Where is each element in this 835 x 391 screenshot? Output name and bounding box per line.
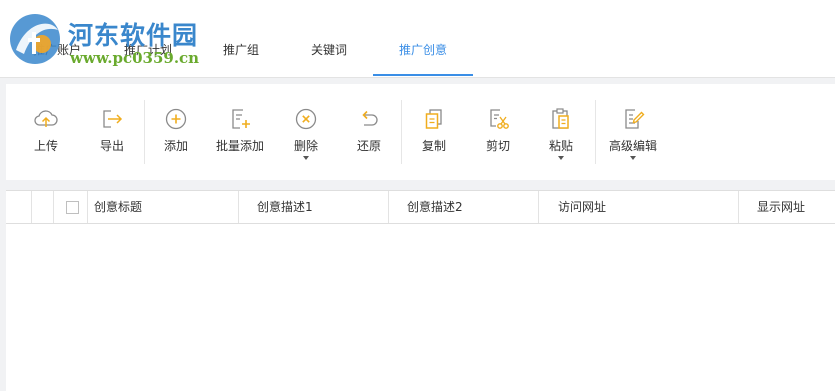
cut-button[interactable]: 剪切 <box>478 84 518 180</box>
add-label: 添加 <box>163 139 188 153</box>
toolbar-divider <box>595 100 596 164</box>
creative-table: 创意标题 创意描述1 创意描述2 访问网址 显示网址 <box>6 190 835 391</box>
edit-icon <box>625 109 645 129</box>
delete-dropdown-caret-icon[interactable] <box>303 156 309 160</box>
export-label: 导出 <box>99 139 124 153</box>
column-header-desc2-label: 创意描述2 <box>407 200 463 214</box>
column-header-visit-url[interactable]: 访问网址 <box>539 191 739 223</box>
toolbar: 上传 导出 添加 批量添加 删除 还原 复制 剪切 粘贴 高级编辑 <box>6 84 835 180</box>
table-header: 创意标题 创意描述1 创意描述2 访问网址 显示网址 <box>6 190 835 224</box>
bulk-add-label: 批量添加 <box>215 139 264 153</box>
row-indicator-column <box>32 191 54 223</box>
cut-label: 剪切 <box>485 139 510 153</box>
upload-label: 上传 <box>33 139 58 153</box>
column-header-title[interactable]: 创意标题 <box>88 191 239 223</box>
tab-group-label: 推广组 <box>222 43 259 57</box>
cut-icon <box>490 109 509 129</box>
add-circle-icon <box>165 108 187 130</box>
tab-keyword[interactable]: 关键词 <box>297 38 361 76</box>
watermark: 河东软件园 www.pc0359.cn <box>4 8 214 72</box>
undo-icon <box>362 110 378 126</box>
delete-label: 删除 <box>293 139 318 153</box>
tab-bar: 推广账户 推广计划 推广组 关键词 推广创意 河东软件园 www.pc0359.… <box>0 0 835 78</box>
bulk-add-button[interactable]: 批量添加 <box>212 84 268 180</box>
column-header-desc2[interactable]: 创意描述2 <box>389 191 539 223</box>
bulk-add-icon <box>232 109 250 129</box>
cloud-upload-icon <box>34 110 58 127</box>
column-header-visit-url-label: 访问网址 <box>558 200 607 214</box>
watermark-title: 河东软件园 <box>68 21 199 50</box>
copy-icon <box>425 109 442 129</box>
copy-label: 复制 <box>421 139 446 153</box>
toolbar-divider <box>401 100 402 164</box>
paste-label: 粘贴 <box>548 139 573 153</box>
advanced-edit-dropdown-caret-icon[interactable] <box>630 156 636 160</box>
paste-dropdown-caret-icon[interactable] <box>558 156 564 160</box>
copy-button[interactable]: 复制 <box>414 84 454 180</box>
delete-circle-icon <box>295 108 317 130</box>
watermark-logo-icon <box>10 14 60 64</box>
tab-creative-label: 推广创意 <box>398 43 447 57</box>
upload-button[interactable]: 上传 <box>26 84 66 180</box>
row-handle-column <box>6 191 32 223</box>
add-button[interactable]: 添加 <box>156 84 196 180</box>
tab-creative[interactable]: 推广创意 <box>373 38 473 76</box>
column-header-display-url[interactable]: 显示网址 <box>739 191 835 223</box>
advanced-edit-button[interactable]: 高级编辑 <box>605 84 661 180</box>
tab-keyword-label: 关键词 <box>310 43 347 57</box>
watermark-url: www.pc0359.cn <box>70 49 200 67</box>
column-header-display-url-label: 显示网址 <box>757 200 806 214</box>
restore-label: 还原 <box>356 139 381 153</box>
restore-button[interactable]: 还原 <box>349 84 389 180</box>
delete-button[interactable]: 删除 <box>286 84 326 180</box>
paste-button[interactable]: 粘贴 <box>541 84 581 180</box>
column-header-desc1[interactable]: 创意描述1 <box>239 191 389 223</box>
column-header-title-label: 创意标题 <box>94 200 143 214</box>
column-header-desc1-label: 创意描述1 <box>257 200 313 214</box>
tab-group[interactable]: 推广组 <box>210 38 272 76</box>
toolbar-divider <box>144 100 145 164</box>
select-column <box>54 191 88 223</box>
export-icon <box>103 110 123 128</box>
paste-clipboard-icon <box>552 108 569 129</box>
advanced-edit-label: 高级编辑 <box>608 139 657 153</box>
export-button[interactable]: 导出 <box>92 84 132 180</box>
